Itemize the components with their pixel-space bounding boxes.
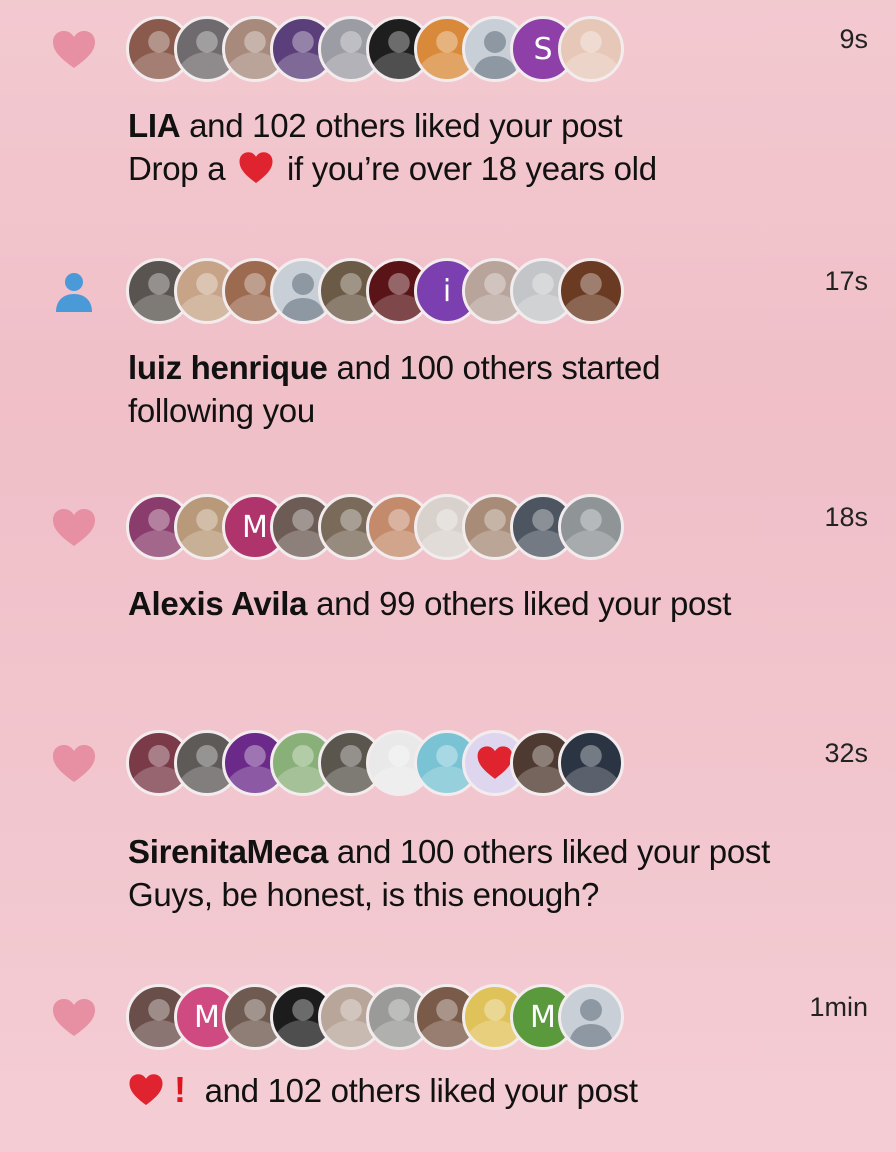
avatar-row: S xyxy=(126,16,624,88)
notification-text: SirenitaMeca and 100 others liked your p… xyxy=(128,830,848,916)
avatar-row xyxy=(126,730,624,802)
notifications-feed: S 9s LIA and 102 others liked your post … xyxy=(0,0,896,1152)
avatar[interactable] xyxy=(558,258,624,324)
heart-icon xyxy=(53,999,95,1036)
avatar-row: i xyxy=(126,258,624,330)
timestamp: 32s xyxy=(824,738,868,768)
notification-text: Alexis Avila and 99 others liked your po… xyxy=(128,582,848,625)
action-text: and 102 others liked your post xyxy=(195,1072,638,1109)
heart-icon xyxy=(53,31,95,68)
action-text: and 99 others liked your post xyxy=(307,585,732,622)
red-heart-emoji-icon xyxy=(129,1074,163,1105)
heart-icon xyxy=(53,745,95,782)
actor-name[interactable]: LIA xyxy=(128,107,181,144)
heart-icon xyxy=(53,509,95,546)
actor-name[interactable]: ! xyxy=(128,1069,196,1110)
actor-name[interactable]: Alexis Avila xyxy=(128,585,308,622)
timestamp: 1min xyxy=(809,992,868,1022)
avatar-row: MM xyxy=(126,984,624,1056)
notification-text: ! and 102 others liked your post xyxy=(128,1068,848,1112)
avatar-row: M xyxy=(126,494,624,566)
timestamp: 18s xyxy=(824,502,868,532)
actor-name[interactable]: luiz henrique xyxy=(128,349,328,386)
action-text: and 102 others liked your post xyxy=(180,107,623,144)
default-avatar-icon[interactable] xyxy=(558,984,624,1050)
preview-text-b: if you’re over 18 years old xyxy=(278,150,657,187)
exclamation-emoji-icon: ! xyxy=(174,1069,186,1110)
avatar[interactable] xyxy=(558,494,624,560)
person-icon xyxy=(56,273,92,312)
avatar[interactable] xyxy=(558,16,624,82)
timestamp: 17s xyxy=(824,266,868,296)
post-preview[interactable]: Guys, be honest, is this enough? xyxy=(128,873,848,916)
notification-text: luiz henrique and 100 others started fol… xyxy=(128,346,728,432)
action-text: and 100 others liked your post xyxy=(328,833,770,870)
avatar[interactable] xyxy=(558,730,624,796)
red-heart-emoji-icon xyxy=(239,152,273,183)
preview-text-a: Drop a xyxy=(128,150,235,187)
timestamp: 9s xyxy=(839,24,868,54)
notification-text: LIA and 102 others liked your post Drop … xyxy=(128,104,848,190)
actor-name[interactable]: SirenitaMeca xyxy=(128,833,328,870)
post-preview[interactable]: Drop a if you’re over 18 years old xyxy=(128,147,848,190)
